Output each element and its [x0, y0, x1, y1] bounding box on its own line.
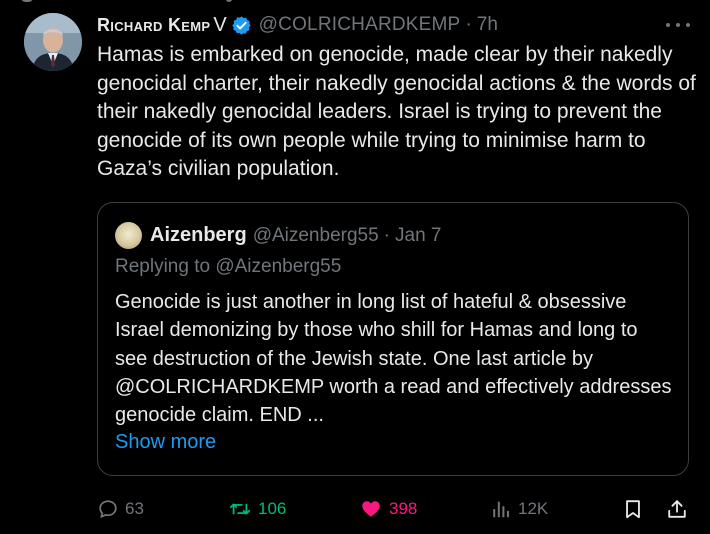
quoted-header-separator: ·: [383, 224, 390, 246]
verified-badge-icon[interactable]: [231, 15, 252, 36]
like-count: 398: [389, 499, 418, 518]
previous-tweet-clip: [0, 0, 710, 8]
quoted-tweet-text: Genocide is just another in long list of…: [115, 291, 672, 427]
replying-to-line: Replying to @Aizenberg55: [115, 256, 341, 278]
author-display-name[interactable]: Richard Kemp: [97, 15, 210, 36]
quoted-author-display-name[interactable]: Aizenberg: [150, 224, 247, 247]
author-name-suffix[interactable]: V: [213, 14, 226, 37]
bookmark-icon: [626, 500, 640, 519]
quoted-author-handle[interactable]: @Aizenberg55: [253, 225, 379, 247]
repost-count: 106: [258, 499, 287, 518]
like-button[interactable]: 398: [359, 492, 417, 526]
show-more-link[interactable]: Show more: [115, 431, 216, 454]
repost-arrows-icon: [229, 503, 251, 515]
header-separator: ·: [465, 14, 472, 35]
replying-to-handle[interactable]: @Aizenberg55: [215, 256, 341, 277]
share-upload-icon: [668, 500, 686, 518]
author-avatar[interactable]: [24, 13, 82, 71]
replying-to-label: Replying to: [115, 256, 211, 277]
view-count: 12K: [518, 499, 549, 518]
tweet-action-bar: 63 106 398 12K: [0, 492, 710, 526]
heart-filled-icon: [362, 501, 380, 517]
tweet-timestamp[interactable]: 7h: [477, 14, 498, 36]
views-button[interactable]: 12K: [490, 492, 548, 526]
bookmark-button[interactable]: [622, 492, 644, 526]
quoted-tweet-date[interactable]: Jan 7: [395, 225, 441, 247]
reply-count: 63: [125, 499, 144, 518]
quoted-tweet-card[interactable]: Aizenberg @Aizenberg55 · Jan 7 Replying …: [97, 202, 689, 476]
more-dots-icon[interactable]: [666, 15, 690, 35]
tweet-header: Richard Kemp V @COLRICHARDKEMP · 7h: [97, 12, 498, 38]
author-handle[interactable]: @COLRICHARDKEMP: [259, 14, 461, 36]
author-avatar-image: [24, 13, 82, 71]
reply-button[interactable]: 63: [97, 492, 144, 526]
views-bars-icon: [493, 501, 509, 518]
share-button[interactable]: [666, 492, 688, 526]
quoted-tweet-header: Aizenberg @Aizenberg55 · Jan 7: [150, 222, 441, 249]
reply-bubble-icon: [99, 500, 117, 518]
tweet-text: Hamas is embarked on genocide, made clea…: [97, 43, 696, 180]
quoted-author-avatar[interactable]: [115, 222, 142, 249]
repost-button[interactable]: 106: [228, 492, 286, 526]
